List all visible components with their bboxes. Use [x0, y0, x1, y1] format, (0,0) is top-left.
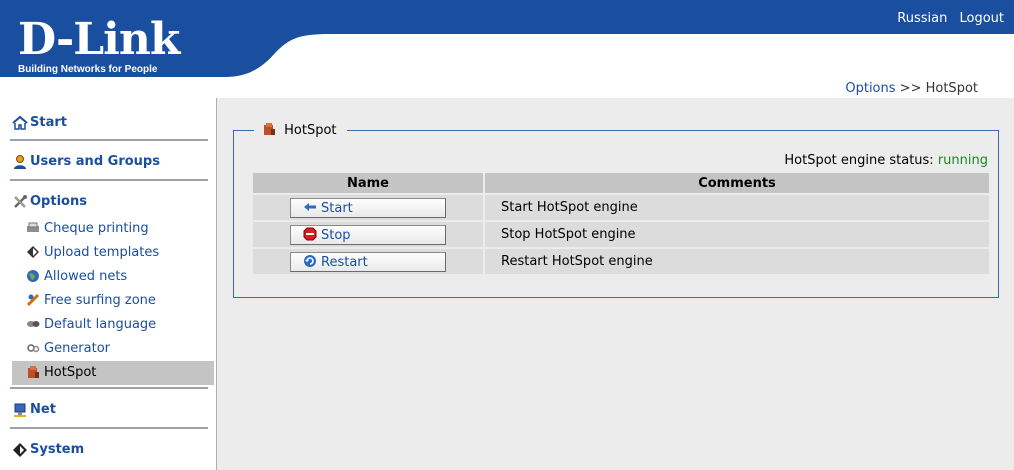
sidebar-item-label: Free surfing zone [44, 293, 156, 308]
sidebar-item-upload-templates[interactable]: Upload templates [0, 241, 214, 265]
dlink-logo: D-Link Building Networks for People [18, 14, 180, 76]
breadcrumb-current: HotSpot [925, 81, 978, 96]
sidebar-item-hotspot[interactable]: HotSpot [12, 361, 214, 385]
main-panel: HotSpot HotSpot engine status: running N… [216, 98, 1014, 470]
breadcrumb: Options >> HotSpot [845, 81, 978, 96]
sidebar: Start Users and Groups Options Cheque pr… [0, 110, 214, 470]
stop-sign-icon [303, 227, 317, 240]
stop-button[interactable]: Stop [290, 224, 446, 245]
system-icon [13, 443, 27, 457]
comment-cell: Start HotSpot engine [485, 195, 989, 220]
sidebar-section-net[interactable]: Net [0, 399, 214, 425]
sidebar-options-label: Options [30, 194, 87, 209]
start-button-label: Start [321, 200, 353, 216]
network-icon [14, 403, 26, 417]
hotspot-icon [264, 123, 275, 135]
sidebar-item-generator[interactable]: Generator [0, 337, 214, 361]
breadcrumb-options-link[interactable]: Options [845, 81, 895, 96]
sidebar-net-label: Net [30, 402, 56, 417]
home-icon [12, 115, 28, 130]
divider [10, 179, 208, 181]
divider [10, 427, 208, 429]
divider [10, 139, 208, 141]
globe-icon [27, 270, 39, 282]
logo-brand: D-Link [18, 14, 180, 65]
sidebar-system-label: System [30, 442, 85, 457]
start-arrow-icon [304, 202, 316, 211]
sidebar-item-free-surfing-zone[interactable]: Free surfing zone [0, 289, 214, 313]
sidebar-item-default-language[interactable]: Default language [0, 313, 214, 337]
sidebar-item-label: Default language [44, 317, 157, 332]
restart-button[interactable]: Restart [290, 251, 446, 272]
logo-tagline: Building Networks for People [18, 64, 158, 75]
sidebar-section-options: Options Cheque printing Upload templates… [0, 191, 214, 385]
hotspot-icon [28, 366, 39, 378]
header: D-Link Building Networks for People Russ… [0, 0, 1014, 110]
start-button[interactable]: Start [290, 197, 446, 218]
column-header-name: Name [253, 173, 483, 193]
surf-icon [26, 293, 40, 307]
sidebar-item-allowed-nets[interactable]: Allowed nets [0, 265, 214, 289]
sidebar-options-title[interactable]: Options [0, 191, 214, 217]
stop-button-label: Stop [321, 227, 351, 243]
table-row: Restart Restart HotSpot engine [253, 249, 989, 274]
restart-button-label: Restart [321, 254, 368, 270]
top-links: Russian Logout [889, 11, 1004, 26]
upload-icon [27, 246, 39, 258]
sidebar-section-users[interactable]: Users and Groups [0, 151, 214, 177]
breadcrumb-separator: >> [899, 81, 922, 96]
users-icon [14, 155, 26, 169]
sidebar-item-label: Allowed nets [44, 269, 128, 284]
name-cell: Restart [253, 249, 483, 274]
printer-icon [27, 222, 39, 232]
sidebar-section-start[interactable]: Start [0, 112, 214, 138]
engine-status: HotSpot engine status: running [784, 153, 988, 168]
status-value: running [937, 153, 988, 168]
table-header-row: Name Comments [253, 173, 989, 193]
comment-cell: Restart HotSpot engine [485, 249, 989, 274]
language-icon [27, 321, 40, 327]
hotspot-fieldset: HotSpot HotSpot engine status: running N… [233, 121, 999, 298]
legend-label: HotSpot [284, 123, 337, 138]
restart-icon [304, 254, 316, 267]
sidebar-item-label: Cheque printing [44, 221, 149, 236]
sidebar-item-label: HotSpot [44, 365, 97, 380]
name-cell: Stop [253, 222, 483, 247]
comment-cell: Stop HotSpot engine [485, 222, 989, 247]
status-label: HotSpot engine status: [784, 153, 934, 168]
sidebar-users-label: Users and Groups [30, 154, 160, 169]
fieldset-legend: HotSpot [254, 121, 347, 141]
tools-icon [14, 195, 27, 208]
sidebar-item-label: Generator [44, 341, 111, 356]
column-header-comments: Comments [485, 173, 989, 193]
divider [10, 387, 208, 389]
sidebar-item-label: Upload templates [44, 245, 160, 260]
name-cell: Start [253, 195, 483, 220]
sidebar-start-label: Start [30, 115, 67, 130]
table-row: Start Start HotSpot engine [253, 195, 989, 220]
sidebar-section-system[interactable]: System [0, 439, 214, 465]
sidebar-item-cheque-printing[interactable]: Cheque printing [0, 217, 214, 241]
russian-link[interactable]: Russian [897, 11, 947, 26]
generator-icon [27, 344, 40, 353]
table-row: Stop Stop HotSpot engine [253, 222, 989, 247]
commands-table: Name Comments Start Start HotSpot engine… [251, 171, 991, 276]
logout-link[interactable]: Logout [959, 11, 1004, 26]
